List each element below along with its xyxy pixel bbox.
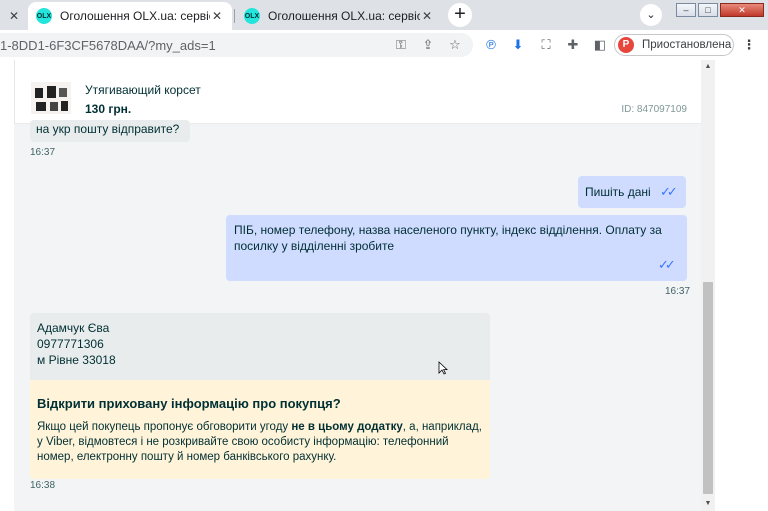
extensions-puzzle-icon[interactable]: ✚ bbox=[564, 36, 582, 54]
hidden-info-warning[interactable]: Відкрити приховану інформацію про покупц… bbox=[30, 380, 490, 479]
tab-strip: ✕ OLX Оголошення OLX.ua: сервіс огол ✕ O… bbox=[0, 0, 768, 30]
screenshot-extension-icon[interactable]: ⛶ bbox=[537, 36, 555, 54]
ad-thumbnail[interactable] bbox=[31, 82, 71, 114]
scrollbar-thumb[interactable] bbox=[703, 282, 713, 494]
tab-separator bbox=[234, 9, 235, 23]
tab-second[interactable]: OLX Оголошення OLX.ua: сервіс огол ✕ bbox=[236, 2, 442, 30]
contact-name: Адамчук Єва bbox=[37, 321, 110, 335]
message-text: на укр пошту відправите? bbox=[36, 122, 180, 136]
chat-scrollbar[interactable]: ▲ ▼ bbox=[701, 60, 715, 511]
contact-details: Адамчук Єва 0977771306 м Рівне 33018 bbox=[37, 320, 116, 368]
message-text: ПІБ, номер телефону, назва населеного пу… bbox=[234, 223, 662, 253]
new-tab-button[interactable]: + bbox=[448, 3, 472, 27]
profile-status-label: Приостановлена bbox=[642, 39, 732, 51]
contact-phone: 0977771306 bbox=[37, 337, 104, 351]
message-text: Пишіть дані bbox=[585, 185, 651, 199]
scroll-down-arrow-icon[interactable]: ▼ bbox=[703, 499, 713, 509]
avatar: P bbox=[618, 37, 634, 53]
warning-title[interactable]: Відкрити приховану інформацію про покупц… bbox=[37, 396, 341, 412]
menu-kebab-icon[interactable]: ⋮ bbox=[740, 36, 758, 54]
warning-text: Якщо цей покупець пропонує обговорити уг… bbox=[37, 421, 482, 463]
olx-favicon-icon: OLX bbox=[244, 8, 260, 24]
message-time: 16:38 bbox=[30, 480, 56, 491]
bookmark-star-icon[interactable]: ☆ bbox=[446, 36, 464, 54]
extension-p-icon[interactable]: ℗ bbox=[482, 36, 500, 54]
ad-id: ID: 847097109 bbox=[621, 104, 687, 115]
close-icon[interactable]: ✕ bbox=[210, 9, 224, 23]
mouse-cursor-icon bbox=[438, 361, 448, 375]
maximize-button[interactable]: □ bbox=[698, 3, 718, 17]
ad-price: 130 грн. bbox=[85, 102, 132, 116]
profile-button[interactable]: P Приостановлена bbox=[614, 34, 734, 56]
tab-active[interactable]: OLX Оголошення OLX.ua: сервіс огол ✕ bbox=[28, 2, 232, 30]
ad-header[interactable]: Утягивающий корсет 130 грн. ID: 84709710… bbox=[15, 60, 701, 124]
tab-title: Оголошення OLX.ua: сервіс огол bbox=[60, 9, 210, 23]
message-time: 16:37 bbox=[665, 286, 691, 297]
scroll-up-arrow-icon[interactable]: ▲ bbox=[703, 62, 713, 72]
tab-search-chevron-icon[interactable]: ⌄ bbox=[640, 4, 662, 26]
page-content: Утягивающий корсет 130 грн. ID: 84709710… bbox=[0, 60, 768, 511]
side-panel-icon[interactable]: ◧ bbox=[591, 36, 609, 54]
tab-partial[interactable]: ✕ bbox=[0, 2, 28, 30]
window-close-button[interactable]: ✕ bbox=[720, 3, 764, 17]
browser-toolbar: 1-8DD1-6F3CF5678DAA/?my_ads=1 ⚿ ⇪ ☆ ℗ ⬇ … bbox=[0, 30, 768, 60]
contact-address: м Рівне 33018 bbox=[37, 353, 116, 367]
outgoing-message: Пишіть дані ✓✓ bbox=[578, 176, 686, 208]
warning-emphasis: не в цьому додатку bbox=[291, 421, 403, 433]
outgoing-message: ПІБ, номер телефону, назва населеного пу… bbox=[226, 215, 687, 281]
download-icon[interactable]: ⬇ bbox=[509, 36, 527, 54]
olx-favicon-icon: OLX bbox=[36, 8, 52, 24]
message-time: 16:37 bbox=[30, 147, 56, 158]
url-text: 1-8DD1-6F3CF5678DAA/?my_ads=1 bbox=[0, 38, 216, 53]
minimize-button[interactable]: – bbox=[676, 3, 696, 17]
read-checkmark-icon: ✓✓ bbox=[658, 257, 676, 272]
incoming-message-with-warning: Адамчук Єва 0977771306 м Рівне 33018 Від… bbox=[30, 313, 490, 479]
tab-title: Оголошення OLX.ua: сервіс огол bbox=[268, 9, 420, 23]
read-checkmark-icon: ✓✓ bbox=[660, 184, 678, 199]
incoming-message: на укр пошту відправите? bbox=[30, 120, 190, 142]
ad-title[interactable]: Утягивающий корсет bbox=[85, 83, 201, 97]
close-icon[interactable]: ✕ bbox=[420, 9, 434, 23]
close-icon[interactable]: ✕ bbox=[7, 9, 21, 23]
share-icon[interactable]: ⇪ bbox=[419, 36, 437, 54]
key-icon[interactable]: ⚿ bbox=[392, 36, 410, 54]
